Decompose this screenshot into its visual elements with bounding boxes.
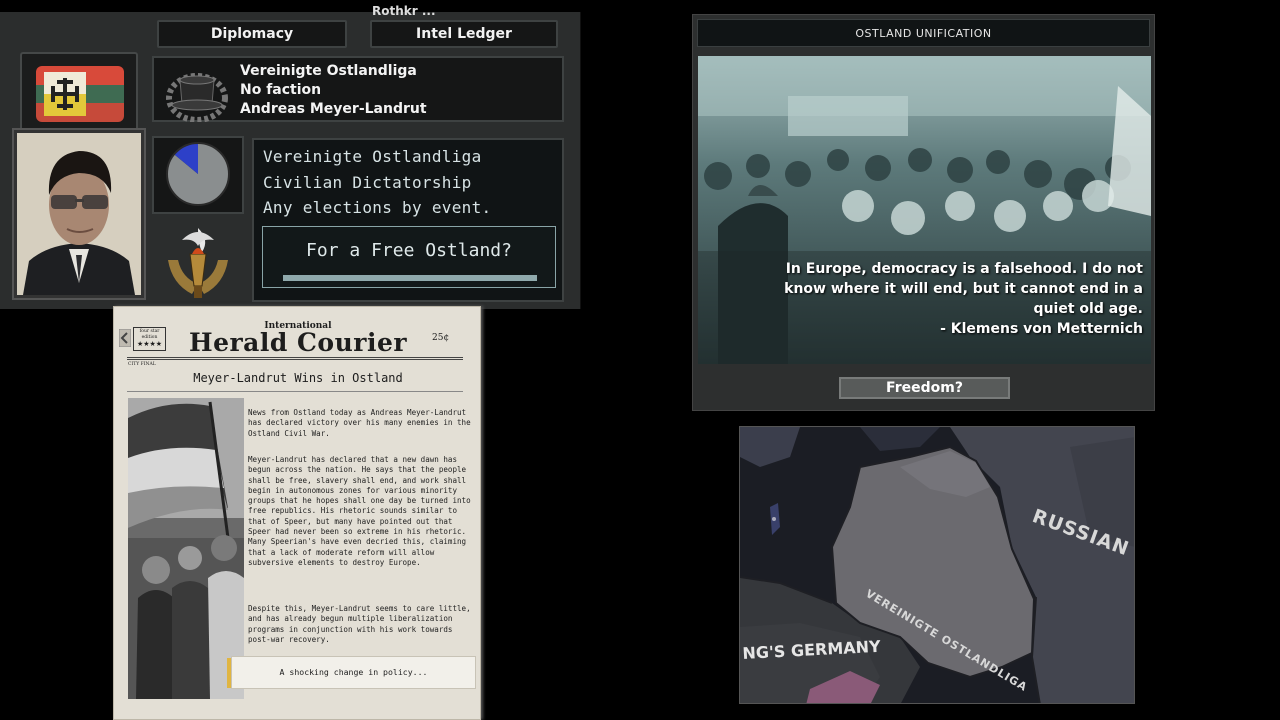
- ideology-torch-icon: [168, 228, 228, 298]
- newspaper-price: 25¢: [432, 333, 450, 343]
- tab-diplomacy[interactable]: Diplomacy: [157, 20, 347, 48]
- event-picture: In Europe, democracy is a falsehood. I d…: [698, 56, 1151, 364]
- focus-label: For a Free Ostland?: [306, 240, 512, 261]
- party-emblem-icon: [166, 73, 228, 122]
- leader-info-box: Vereinigte Ostlandliga No faction Andrea…: [152, 56, 564, 122]
- focus-progress-fill: [284, 276, 536, 280]
- quote-attribution: - Klemens von Metternich: [940, 321, 1143, 337]
- popularity-pie-chart: [166, 142, 230, 206]
- leader-portrait-frame[interactable]: [12, 128, 146, 300]
- government-type: Civilian Dictatorship: [263, 173, 472, 192]
- country-name: Vereinigte Ostlandliga: [240, 63, 417, 79]
- faction-name: No faction: [240, 82, 322, 98]
- focus-progress-bar: [283, 275, 537, 281]
- tab-intel-ledger[interactable]: Intel Ledger: [370, 20, 558, 48]
- newspaper-event: four star edition ★★★★ International Her…: [113, 306, 481, 720]
- elections-text: Any elections by event.: [263, 198, 492, 217]
- quote-line-2: know where it will end, but it cannot en…: [784, 281, 1143, 297]
- event-option-button[interactable]: Freedom?: [839, 377, 1010, 399]
- quote-line-1: In Europe, democracy is a falsehood. I d…: [785, 261, 1143, 277]
- leader-portrait: [17, 133, 141, 295]
- news-paragraph-2: Meyer-Landrut has declared that a new da…: [248, 455, 471, 567]
- city-final-label: CITY FINAL: [128, 362, 156, 367]
- flag-frame[interactable]: [20, 52, 138, 134]
- newspaper-option-button[interactable]: A shocking change in policy...: [231, 656, 476, 689]
- national-focus-button[interactable]: For a Free Ostland?: [262, 226, 556, 288]
- news-paragraph-1: News from Ostland today as Andreas Meyer…: [248, 408, 471, 438]
- newspaper-masthead: Herald Courier: [188, 328, 408, 357]
- government-box: Vereinigte Ostlandliga Civilian Dictator…: [252, 138, 564, 302]
- country-flag: [36, 66, 124, 122]
- event-title: OSTLAND UNIFICATION: [855, 27, 992, 40]
- map-terrain: [740, 427, 1134, 703]
- headline-rule: [127, 391, 463, 392]
- event-title-bar: OSTLAND UNIFICATION: [697, 19, 1150, 47]
- world-map[interactable]: VEREINIGTE OSTLANDLIGA RUSSIAN NG'S GERM…: [739, 426, 1135, 704]
- country-panel: Rothkr ... Diplomacy Intel Ledger Verein…: [0, 4, 581, 309]
- flag-emblem-icon: [44, 72, 86, 116]
- cut-tab-label: Rothkr ...: [372, 4, 436, 18]
- news-paragraph-3: Despite this, Meyer-Landrut seems to car…: [248, 604, 471, 644]
- quote-line-3: quiet old age.: [1033, 301, 1143, 317]
- newspaper-headline: Meyer-Landrut Wins in Ostland: [193, 371, 403, 385]
- popularity-pie-box[interactable]: [152, 136, 244, 214]
- masthead-rule: [127, 357, 463, 360]
- leader-name: Andreas Meyer-Landrut: [240, 101, 427, 117]
- party-name: Vereinigte Ostlandliga: [263, 147, 482, 166]
- newspaper-photo: [128, 398, 244, 699]
- ideology-box[interactable]: [152, 220, 244, 302]
- event-window: OSTLAND UNIFICATION In Europe, democracy…: [692, 14, 1155, 411]
